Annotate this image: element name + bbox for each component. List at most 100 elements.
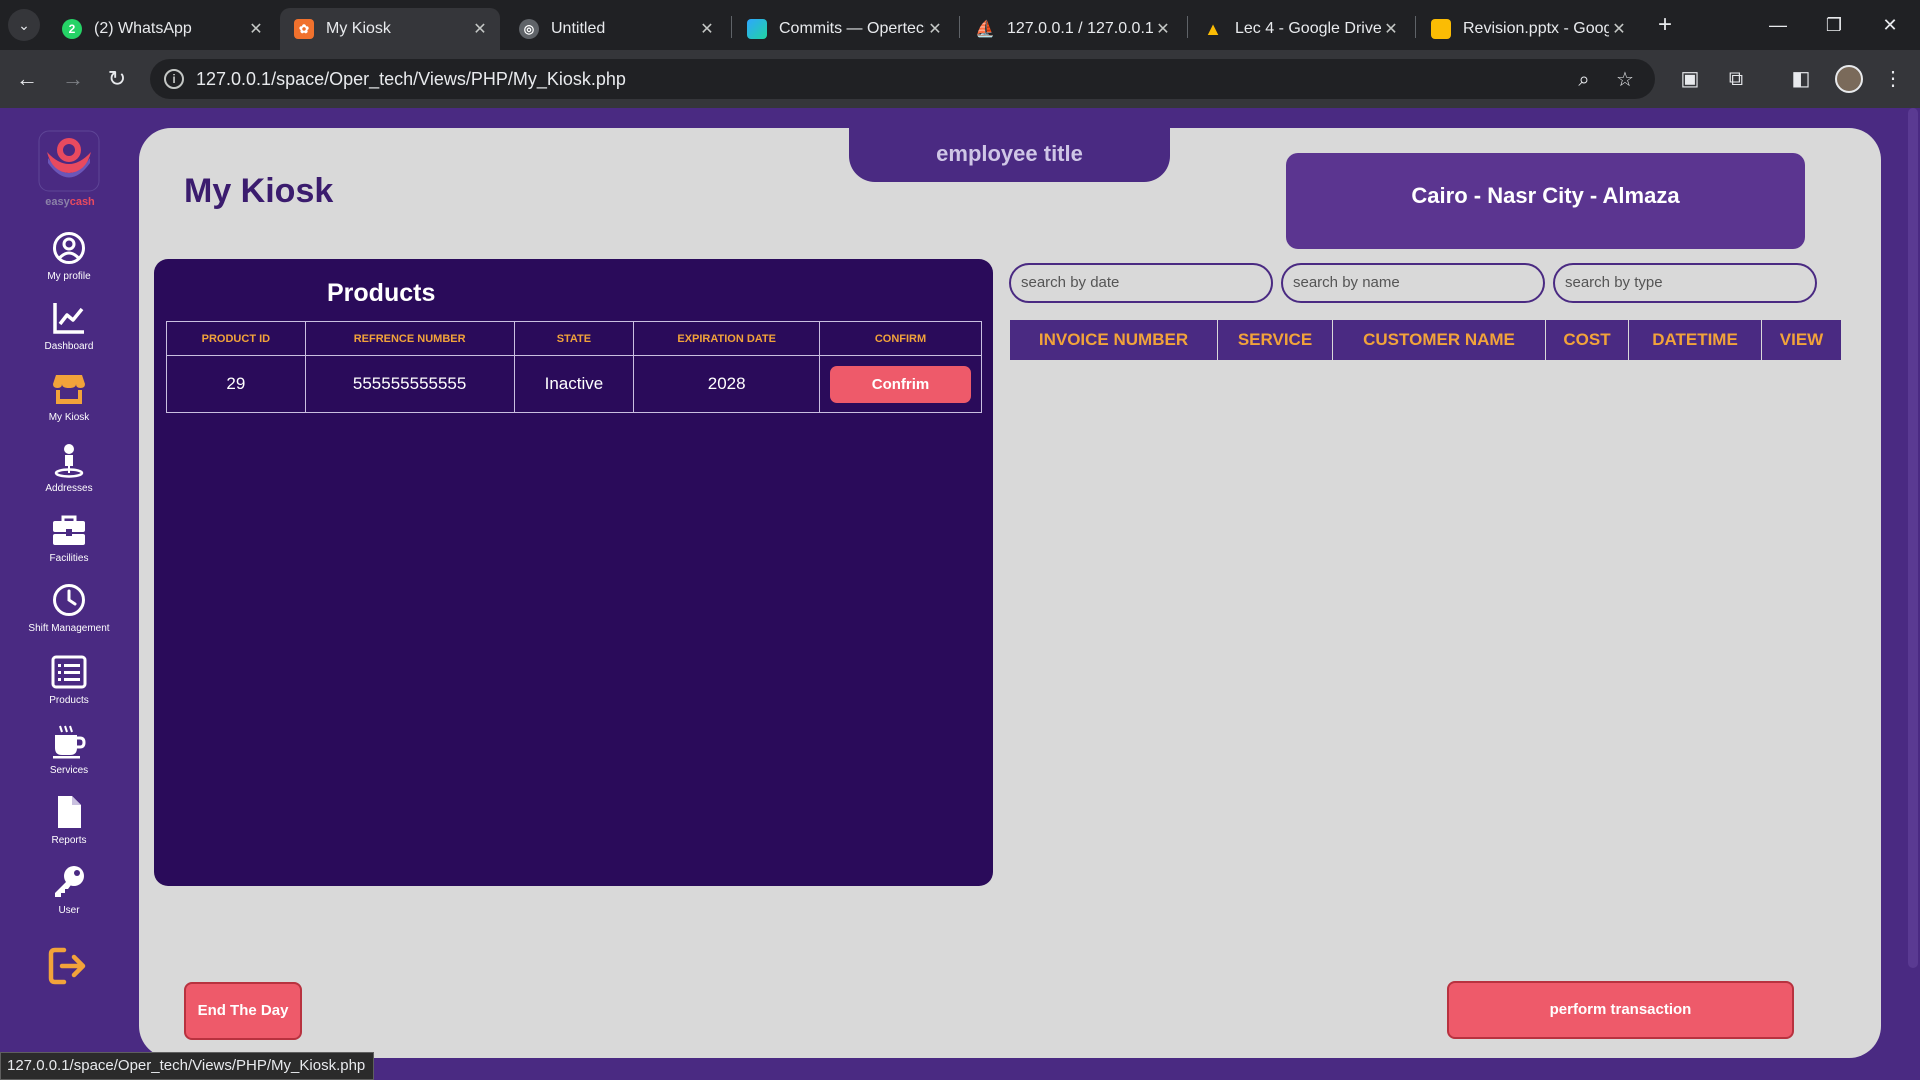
browser-tab-bar: ⌄ 2 (2) WhatsApp ✕ ✿ My Kiosk ✕ ◎ Untitl… — [0, 0, 1920, 50]
search-by-name-field[interactable] — [1281, 263, 1545, 303]
browser-tab[interactable]: 2 (2) WhatsApp ✕ — [48, 8, 276, 50]
phpmyadmin-icon: ⛵ — [975, 21, 995, 38]
products-table: PRODUCT ID REFRENCE NUMBER STATE EXPIRAT… — [166, 321, 982, 413]
google-slides-icon — [1431, 19, 1451, 39]
tab-separator — [1415, 16, 1416, 38]
menu-kebab-icon[interactable]: ⋮ — [1878, 64, 1908, 94]
close-tab-icon[interactable]: ✕ — [470, 19, 490, 39]
search-by-date-input[interactable] — [1021, 274, 1261, 291]
address-bar[interactable]: i 127.0.0.1/space/Oper_tech/Views/PHP/My… — [150, 59, 1655, 99]
column-header-expiration-date: EXPIRATION DATE — [633, 321, 820, 356]
site-info-icon[interactable]: i — [164, 69, 184, 89]
page-content: easycash My profile Dashboard My Kiosk A… — [0, 108, 1920, 1080]
location-badge: Cairo - Nasr City - Almaza — [1286, 153, 1805, 249]
confirm-button[interactable]: Confrim — [830, 365, 971, 403]
whatsapp-icon: 2 — [62, 19, 82, 39]
invoices-header-row: INVOICE NUMBER SERVICE CUSTOMER NAME COS… — [1010, 320, 1841, 360]
sidebar-item-my-profile[interactable]: My profile — [14, 230, 124, 290]
zoom-icon[interactable]: ⌕ — [1571, 67, 1597, 93]
back-button[interactable]: ← — [12, 64, 42, 94]
column-header-datetime[interactable]: DATETIME — [1629, 320, 1761, 360]
column-header-confirm: CONFIRM — [819, 321, 982, 356]
store-icon — [53, 375, 85, 404]
easycash-logo[interactable] — [38, 130, 100, 192]
chart-line-icon — [53, 303, 84, 334]
key-icon — [55, 866, 84, 897]
perform-transaction-button[interactable]: perform transaction — [1447, 981, 1794, 1039]
invoices-table: INVOICE NUMBER SERVICE CUSTOMER NAME COS… — [1009, 320, 1842, 360]
clock-icon — [53, 584, 85, 616]
sidebar-item-services[interactable]: Services — [14, 724, 124, 784]
logout-icon[interactable] — [48, 946, 90, 986]
search-by-date-field[interactable] — [1009, 263, 1273, 303]
xampp-icon: ✿ — [294, 19, 314, 39]
tab-separator — [1187, 16, 1188, 38]
column-header-product-id: PRODUCT ID — [166, 321, 306, 356]
globe-icon: ◎ — [519, 19, 539, 39]
column-header-state: STATE — [513, 321, 635, 356]
sidebar-item-my-kiosk[interactable]: My Kiosk — [14, 371, 124, 431]
cell-confirm: Confrim — [819, 355, 982, 413]
table-row: 29 555555555555 Inactive 2028 Confrim — [166, 355, 982, 413]
screencast-icon[interactable]: ▣ — [1675, 64, 1705, 94]
close-tab-icon[interactable]: ✕ — [925, 19, 945, 39]
scrollbar-thumb[interactable] — [1908, 108, 1918, 968]
tab-separator — [959, 16, 960, 38]
sidebar-item-user[interactable]: User — [14, 864, 124, 924]
close-window-button[interactable]: ✕ — [1862, 8, 1918, 42]
browser-tab-active[interactable]: ✿ My Kiosk ✕ — [280, 8, 500, 50]
browser-tab[interactable]: ◎ Untitled ✕ — [505, 8, 727, 50]
tab-separator — [731, 16, 732, 38]
address-url[interactable]: 127.0.0.1/space/Oper_tech/Views/PHP/My_K… — [196, 69, 626, 90]
user-circle-icon — [53, 232, 85, 264]
minimize-button[interactable]: — — [1750, 8, 1806, 42]
end-the-day-button[interactable]: End The Day — [184, 982, 302, 1040]
column-header-cost[interactable]: COST — [1546, 320, 1628, 360]
location-pin-icon — [54, 444, 84, 478]
page-scrollbar[interactable] — [1906, 108, 1920, 1080]
new-tab-button[interactable]: + — [1650, 10, 1680, 40]
search-by-type-input[interactable] — [1565, 274, 1805, 291]
restore-button[interactable]: ❐ — [1806, 8, 1862, 42]
sidebar: easycash My profile Dashboard My Kiosk A… — [0, 108, 139, 1080]
products-panel: Products PRODUCT ID REFRENCE NUMBER STAT… — [154, 259, 993, 886]
profile-avatar[interactable] — [1835, 65, 1863, 93]
column-header-customer-name[interactable]: CUSTOMER NAME — [1333, 320, 1545, 360]
search-by-name-input[interactable] — [1293, 274, 1533, 291]
column-header-invoice-number[interactable]: INVOICE NUMBER — [1010, 320, 1217, 360]
browser-tab[interactable]: ▲ Lec 4 - Google Drive ✕ — [1189, 8, 1411, 50]
browser-tab[interactable]: Revision.pptx - Goog ✕ — [1417, 8, 1639, 50]
sidebar-item-products[interactable]: Products — [14, 654, 124, 714]
list-icon — [51, 655, 87, 689]
extensions-icon[interactable]: ⧉ — [1721, 64, 1751, 94]
sidebar-item-facilities[interactable]: Facilities — [14, 512, 124, 572]
close-tab-icon[interactable]: ✕ — [1381, 19, 1401, 39]
column-header-service[interactable]: SERVICE — [1218, 320, 1332, 360]
sidebar-item-shift-management[interactable]: Shift Management — [14, 582, 124, 642]
browser-tab[interactable]: ⛵ 127.0.0.1 / 127.0.0.1 / ✕ — [961, 8, 1183, 50]
reload-button[interactable]: ↻ — [102, 64, 132, 94]
sidebar-item-dashboard[interactable]: Dashboard — [14, 300, 124, 360]
sidebar-item-reports[interactable]: Reports — [14, 794, 124, 854]
tab-search-button[interactable]: ⌄ — [8, 9, 40, 41]
browser-tab[interactable]: Commits — Opertech ✕ — [733, 8, 955, 50]
close-tab-icon[interactable]: ✕ — [246, 19, 266, 39]
file-icon — [58, 796, 81, 828]
sidebar-item-addresses[interactable]: Addresses — [14, 442, 124, 502]
products-title: Products — [327, 279, 436, 307]
page-title: My Kiosk — [184, 172, 334, 210]
logo-wordmark: easycash — [45, 196, 95, 208]
forward-button[interactable]: → — [58, 64, 88, 94]
search-by-type-field[interactable] — [1553, 263, 1817, 303]
bookmark-star-icon[interactable]: ☆ — [1612, 67, 1638, 93]
close-tab-icon[interactable]: ✕ — [1153, 19, 1173, 39]
column-header-view[interactable]: VIEW — [1762, 320, 1841, 360]
side-panel-icon[interactable]: ◧ — [1786, 64, 1816, 94]
cell-product-id: 29 — [166, 355, 306, 413]
main-card: employee title My Kiosk Cairo - Nasr Cit… — [139, 128, 1881, 1058]
cell-reference-number: 555555555555 — [304, 355, 515, 413]
google-drive-icon: ▲ — [1204, 18, 1222, 39]
close-tab-icon[interactable]: ✕ — [1609, 19, 1629, 39]
close-tab-icon[interactable]: ✕ — [697, 19, 717, 39]
cell-state: Inactive — [513, 355, 635, 413]
